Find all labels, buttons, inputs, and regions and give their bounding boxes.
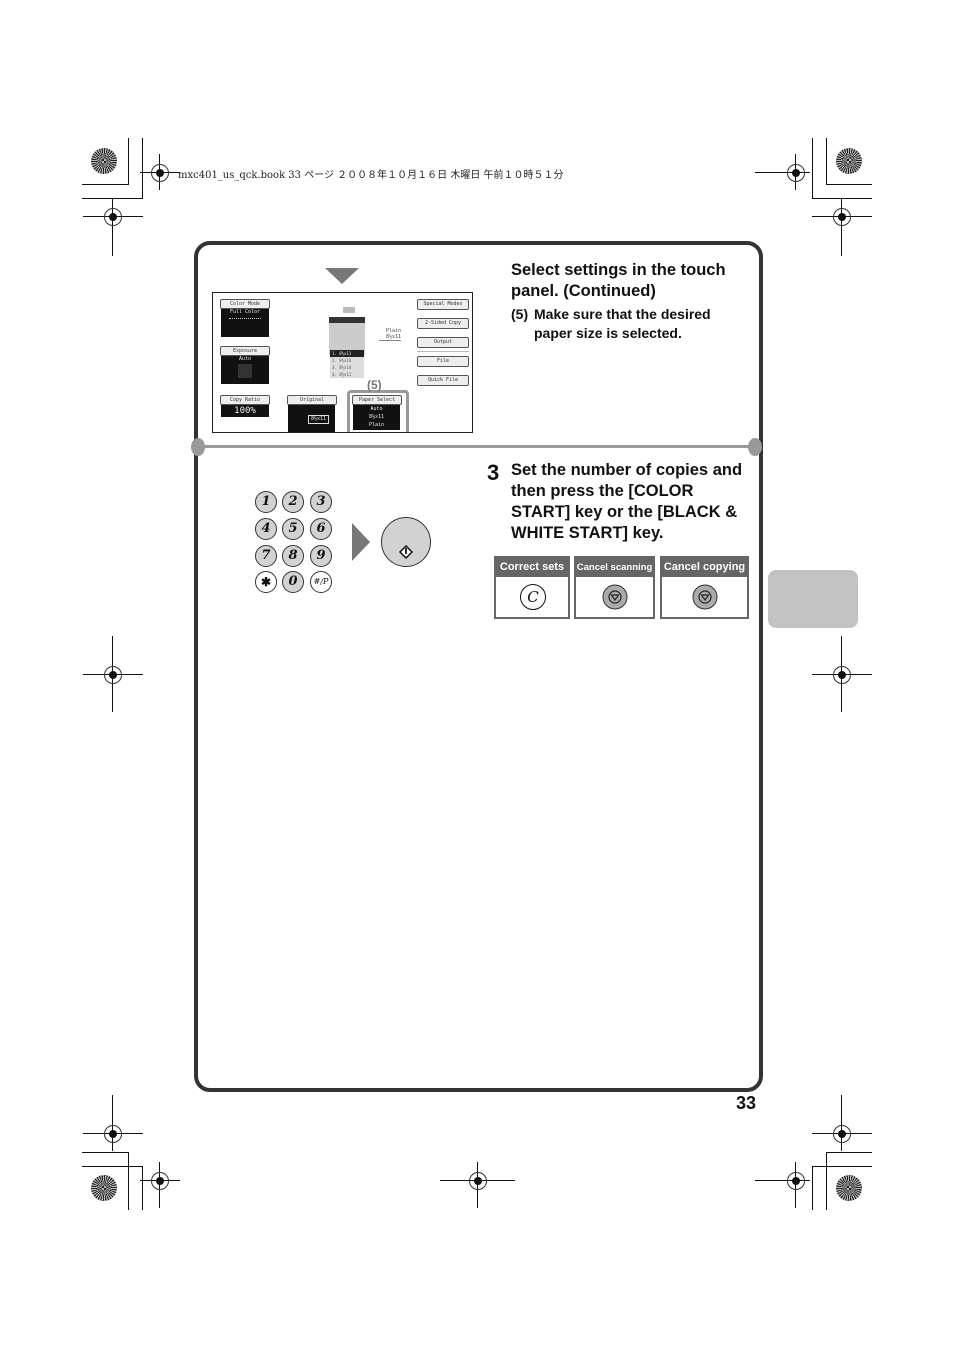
stop-key-icon[interactable] bbox=[692, 584, 718, 610]
play-arrow-icon bbox=[352, 523, 370, 561]
tray-item[interactable]: 2. 8½x14 bbox=[330, 357, 364, 364]
key-4[interactable]: 4 bbox=[255, 518, 277, 540]
card-label: Cancel scanning bbox=[576, 558, 653, 577]
callout-5: (5) bbox=[367, 378, 382, 392]
start-key[interactable] bbox=[381, 517, 431, 567]
special-modes-button[interactable]: Special Modes bbox=[417, 299, 469, 310]
key-2[interactable]: 2 bbox=[282, 491, 304, 513]
key-9[interactable]: 9 bbox=[310, 545, 332, 567]
divider-right-dot bbox=[748, 438, 762, 456]
color-mode-display: Full Color bbox=[221, 309, 269, 337]
key-5[interactable]: 5 bbox=[282, 518, 304, 540]
output-tray-info: Plain 8½x11 bbox=[379, 328, 401, 341]
section-divider bbox=[198, 445, 755, 448]
exposure-label[interactable]: Exposure bbox=[220, 346, 270, 356]
original-label[interactable]: Original bbox=[287, 395, 337, 405]
page-number: 33 bbox=[736, 1093, 757, 1113]
step-number: 3 bbox=[487, 460, 500, 485]
copy-ratio-label[interactable]: Copy Ratio bbox=[220, 395, 270, 405]
paper-select-value: 8½x11 bbox=[368, 414, 385, 420]
substep-number: (5) bbox=[511, 306, 529, 322]
key-6[interactable]: 6 bbox=[310, 518, 332, 540]
quick-file-button[interactable]: Quick File bbox=[417, 375, 469, 386]
stop-key-icon[interactable] bbox=[602, 584, 628, 610]
touch-panel-illustration: Color Mode Full Color Exposure Auto Copy… bbox=[212, 292, 473, 433]
tray-item[interactable]: 3. 8½x14 bbox=[330, 364, 364, 371]
tray-list: 1. 8½x11 2. 8½x14 3. 8½x14 4. 8½x11 bbox=[330, 350, 364, 380]
output-tray-size: 8½x11 bbox=[385, 334, 401, 340]
paper-select-display: Auto 8½x11 Plain bbox=[353, 405, 400, 430]
key-7[interactable]: 7 bbox=[255, 545, 277, 567]
divider-left-dot bbox=[191, 438, 205, 456]
color-mode-value: Full Color bbox=[229, 309, 261, 315]
down-arrow-icon bbox=[325, 268, 359, 284]
button-separator bbox=[417, 351, 469, 352]
key-0[interactable]: 0 bbox=[282, 571, 304, 593]
exposure-value: Auto bbox=[238, 356, 252, 362]
start-icon bbox=[398, 544, 414, 560]
cancel-copying-card: Cancel copying bbox=[660, 556, 749, 619]
correct-sets-card: Correct sets C bbox=[494, 556, 570, 619]
key-asterisk[interactable]: ✱ bbox=[255, 571, 277, 593]
output-button[interactable]: Output bbox=[417, 337, 469, 348]
clear-key-icon[interactable]: C bbox=[520, 584, 546, 610]
key-1[interactable]: 1 bbox=[255, 491, 277, 513]
exposure-display: Auto bbox=[221, 356, 269, 384]
machine-scanner-icon bbox=[343, 307, 355, 313]
print-header: mxc401_us_qck.book 33 ページ ２００８年１０月１６日 木曜… bbox=[178, 170, 564, 181]
original-value: 8½x11 bbox=[308, 415, 330, 424]
paper-select-value: Auto bbox=[370, 406, 383, 412]
copy-ratio-value: 100% bbox=[221, 405, 269, 417]
substep-text: Make sure that the desired paper size is… bbox=[534, 306, 711, 341]
original-display: 8½x11 bbox=[288, 405, 335, 432]
card-label: Correct sets bbox=[496, 558, 568, 577]
color-mode-label[interactable]: Color Mode bbox=[220, 299, 270, 309]
two-sided-copy-button[interactable]: 2-Sided Copy bbox=[417, 318, 469, 329]
step-text: Set the number of copies and then press … bbox=[511, 461, 743, 542]
cancel-scanning-card: Cancel scanning bbox=[574, 556, 655, 619]
file-button[interactable]: File bbox=[417, 356, 469, 367]
key-8[interactable]: 8 bbox=[282, 545, 304, 567]
chapter-side-tab bbox=[768, 570, 858, 628]
card-label: Cancel copying bbox=[662, 558, 747, 577]
tray-item[interactable]: 1. 8½x11 bbox=[330, 350, 364, 357]
paper-select-value: Plain bbox=[368, 422, 385, 428]
key-3[interactable]: 3 bbox=[310, 491, 332, 513]
step-heading: Select settings in the touch panel. (Con… bbox=[511, 261, 726, 300]
key-hash-p[interactable]: #/P bbox=[310, 571, 332, 593]
tray-item[interactable]: 4. 8½x11 bbox=[330, 371, 364, 378]
paper-select-label[interactable]: Paper Select bbox=[352, 395, 402, 405]
